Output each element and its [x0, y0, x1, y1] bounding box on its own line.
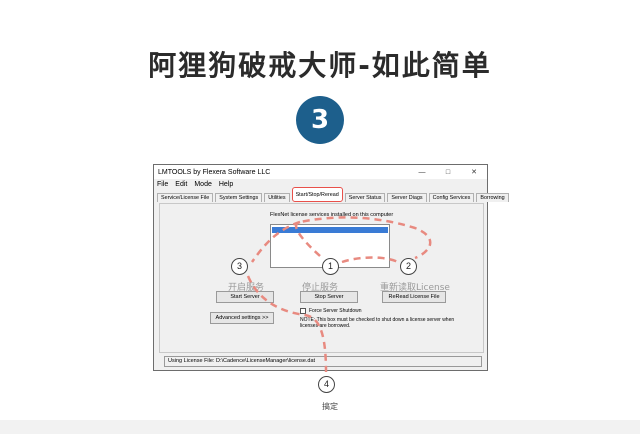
done-caption: 搞定	[322, 402, 338, 411]
arrow-to-step-4	[246, 275, 328, 373]
arrow-to-step-3	[250, 220, 301, 263]
step-1-marker: 1	[322, 258, 339, 275]
annotation-arrows	[246, 216, 432, 373]
arrow-to-step-2	[294, 216, 432, 260]
step-4-marker: 4	[318, 376, 335, 393]
step-3-marker: 3	[231, 258, 248, 275]
step-2-marker: 2	[400, 258, 417, 275]
arrow-1-to-2	[341, 256, 399, 264]
